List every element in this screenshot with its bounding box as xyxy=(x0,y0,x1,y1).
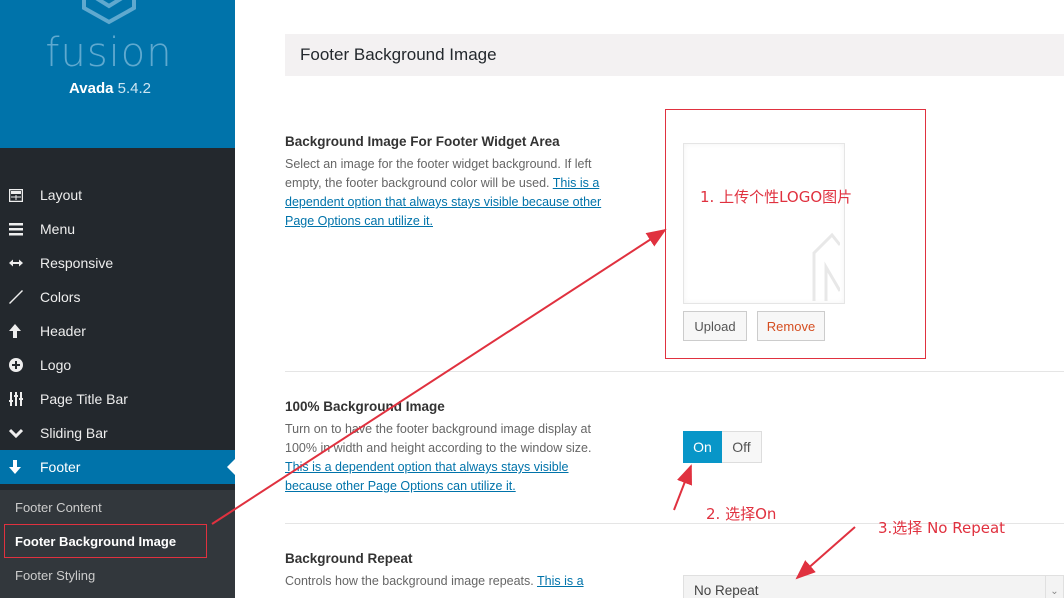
sidebar-item-label: Colors xyxy=(40,289,81,305)
annotation-step3: 3.选择 No Repeat xyxy=(878,519,1006,537)
divider xyxy=(285,371,1064,372)
arrow-up-icon xyxy=(0,324,40,338)
plus-circle-icon xyxy=(0,358,40,372)
dependent-option-link[interactable]: This is a xyxy=(537,574,584,588)
dependent-option-link[interactable]: This is a dependent option that always s… xyxy=(285,460,569,493)
annotation-box-upload xyxy=(665,109,926,359)
option-description: Select an image for the footer widget ba… xyxy=(285,155,615,231)
sidebar-item-label: Page Title Bar xyxy=(40,391,128,407)
option-desc-text: Select an image for the footer widget ba… xyxy=(285,157,592,190)
option-description: Turn on to have the footer background im… xyxy=(285,420,615,496)
menu-icon xyxy=(0,222,40,236)
on-off-toggle: On Off xyxy=(683,431,762,463)
brand-wordmark: fusion xyxy=(45,30,173,76)
sidebar-item-label: Footer xyxy=(40,459,81,475)
product-name: Avada xyxy=(68,80,114,97)
toggle-on-button[interactable]: On xyxy=(683,431,722,463)
option-title: Background Repeat xyxy=(285,551,413,566)
toggle-off-button[interactable]: Off xyxy=(722,431,762,463)
option-desc-text: Controls how the background image repeat… xyxy=(285,574,538,588)
sidebar-item-page-title-bar[interactable]: Page Title Bar xyxy=(0,382,235,416)
option-100-background-image: 100% Background Image Turn on to have th… xyxy=(285,399,615,496)
brand-version: Avada 5.4.2 xyxy=(0,80,220,97)
option-title: Background Image For Footer Widget Area xyxy=(285,134,560,149)
subnav-item-footer-content[interactable]: Footer Content xyxy=(0,490,235,524)
option-desc-text: Turn on to have the footer background im… xyxy=(285,422,592,455)
sidebar: fusion Avada 5.4.2 Layout Menu Responsiv… xyxy=(0,0,235,598)
sidebar-item-sliding-bar[interactable]: Sliding Bar xyxy=(0,416,235,450)
option-description: Controls how the background image repeat… xyxy=(285,572,615,591)
layout-icon xyxy=(0,188,40,202)
arrows-horizontal-icon xyxy=(0,258,40,268)
sidebar-item-logo[interactable]: Logo xyxy=(0,348,235,382)
sidebar-nav: Layout Menu Responsive Colors Header Log… xyxy=(0,178,235,484)
option-background-repeat: Background Repeat Controls how the backg… xyxy=(285,551,615,591)
sidebar-item-layout[interactable]: Layout xyxy=(0,178,235,212)
sidebar-item-label: Layout xyxy=(40,187,83,203)
sidebar-item-footer[interactable]: Footer xyxy=(0,450,235,484)
sliders-icon xyxy=(0,392,40,406)
annotation-box-submenu xyxy=(4,524,207,558)
option-title: 100% Background Image xyxy=(285,399,445,414)
background-repeat-select[interactable]: No Repeat ⌄ xyxy=(683,575,1064,598)
annotation-step2: 2. 选择On xyxy=(706,505,777,523)
main-panel: Footer Background Image Background Image… xyxy=(235,0,1064,598)
sidebar-item-header[interactable]: Header xyxy=(0,314,235,348)
annotation-step1: 1. 上传个性LOGO图片 xyxy=(700,188,853,206)
chevron-down-icon xyxy=(0,428,40,438)
sidebar-item-label: Logo xyxy=(40,357,72,373)
chevron-down-icon[interactable]: ⌄ xyxy=(1045,576,1063,598)
sidebar-item-menu[interactable]: Menu xyxy=(0,212,235,246)
sidebar-item-label: Responsive xyxy=(40,255,114,271)
brand-header: fusion Avada 5.4.2 xyxy=(0,0,235,148)
arrow-down-icon xyxy=(0,460,40,474)
sidebar-item-label: Menu xyxy=(40,221,76,237)
select-value: No Repeat xyxy=(694,582,759,598)
section-title: Footer Background Image xyxy=(285,34,1064,76)
brush-icon xyxy=(0,290,40,304)
sidebar-item-label: Header xyxy=(40,323,86,339)
sidebar-item-responsive[interactable]: Responsive xyxy=(0,246,235,280)
sidebar-item-label: Sliding Bar xyxy=(40,425,108,441)
sidebar-item-colors[interactable]: Colors xyxy=(0,280,235,314)
subnav-item-footer-styling[interactable]: Footer Styling xyxy=(0,558,235,592)
fusion-logo-icon xyxy=(82,0,136,25)
version-number: 5.4.2 xyxy=(117,80,151,97)
option-background-image: Background Image For Footer Widget Area … xyxy=(285,134,615,231)
